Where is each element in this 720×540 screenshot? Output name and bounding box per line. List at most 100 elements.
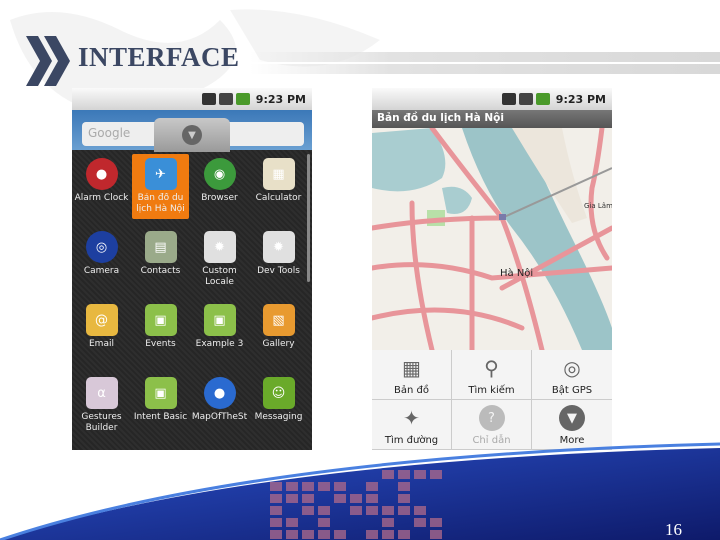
pixel-square xyxy=(398,470,410,479)
pixel-square xyxy=(366,530,378,539)
email-icon: @ xyxy=(86,304,118,336)
gps-icon: ◎ xyxy=(559,355,585,381)
camera-icon: ◎ xyxy=(86,231,118,263)
menu-item-map[interactable]: ▦ Bản đồ xyxy=(372,350,452,400)
pixel-square xyxy=(414,470,426,479)
app-example-3[interactable]: ▣ Example 3 xyxy=(190,300,249,373)
app-browser[interactable]: ◉ Browser xyxy=(190,154,249,227)
pixel-square xyxy=(350,506,362,515)
app-label: Dev Tools xyxy=(249,266,308,277)
app-label: Email xyxy=(72,339,131,350)
pixel-square xyxy=(318,482,330,491)
footer-swoosh xyxy=(0,440,720,540)
battery-icon xyxy=(236,93,250,105)
globe-icon: ◉ xyxy=(204,158,236,190)
signal-icon xyxy=(219,93,233,105)
menu-item-gps[interactable]: ◎ Bật GPS xyxy=(532,350,612,400)
more-icon: ▼ xyxy=(559,405,585,431)
app-messaging[interactable]: ☺ Messaging xyxy=(249,373,308,446)
gallery-icon: ▧ xyxy=(263,304,295,336)
pixel-square xyxy=(270,482,282,491)
pixel-square xyxy=(366,506,378,515)
app-grid: ● Alarm Clock ✈ Bản đồ du lịch Hà Nội ◉ Brows… xyxy=(72,154,308,446)
map-view[interactable]: Hà Nội Gia Lâm xyxy=(372,128,612,350)
status-bar: 9:23 PM xyxy=(372,88,612,110)
pixel-square xyxy=(286,482,298,491)
pixel-square xyxy=(382,470,394,479)
map-label-district: Gia Lâm xyxy=(584,202,612,210)
app-label: Browser xyxy=(190,193,249,204)
pixel-square xyxy=(318,518,330,527)
pixel-square xyxy=(334,530,346,539)
pixel-square xyxy=(270,530,282,539)
pixel-square xyxy=(286,530,298,539)
app-label: Bản đồ du lịch Hà Nội xyxy=(131,193,190,215)
app-mapofthest[interactable]: ● MapOfTheSt xyxy=(190,373,249,446)
gear-icon: ✹ xyxy=(204,231,236,263)
pixel-square xyxy=(430,470,442,479)
app-events[interactable]: ▣ Events xyxy=(131,300,190,373)
pixel-square xyxy=(286,494,298,503)
pixel-square xyxy=(334,494,346,503)
android-icon: ▣ xyxy=(145,304,177,336)
app-contacts[interactable]: ▤ Contacts xyxy=(131,227,190,300)
app-custom[interactable]: ✹ Custom Locale xyxy=(190,227,249,300)
pixel-square xyxy=(334,482,346,491)
pixel-square xyxy=(366,494,378,503)
title-underline xyxy=(250,52,720,74)
app-label: Custom Locale xyxy=(190,266,249,288)
app-label: MapOfTheSt xyxy=(190,412,249,423)
app-label: Messaging xyxy=(249,412,308,423)
app-dev-tools[interactable]: ✹ Dev Tools xyxy=(249,227,308,300)
pixel-square xyxy=(414,518,426,527)
app-title-bar: Bản đồ du lịch Hà Nội xyxy=(372,110,612,128)
app-gallery[interactable]: ▧ Gallery xyxy=(249,300,308,373)
app-gestures[interactable]: α Gestures Builder xyxy=(72,373,131,446)
alarm-clock-icon: ● xyxy=(86,158,118,190)
page-number: 16 xyxy=(665,520,682,540)
app-label: Gestures Builder xyxy=(72,412,131,434)
app-label: Intent Basic xyxy=(131,412,190,423)
contacts-icon: ▤ xyxy=(145,231,177,263)
app-alarm-clock[interactable]: ● Alarm Clock xyxy=(72,154,131,227)
chevron-down-icon: ▼ xyxy=(182,125,202,145)
app-camera[interactable]: ◎ Camera xyxy=(72,227,131,300)
pixel-square xyxy=(302,494,314,503)
battery-icon xyxy=(536,93,550,105)
status-time: 9:23 PM xyxy=(556,93,606,106)
slide-title: INTERFACE xyxy=(78,42,240,73)
status-time: 9:23 PM xyxy=(256,93,306,106)
app-email[interactable]: @ Email xyxy=(72,300,131,373)
globe-small-icon: ● xyxy=(204,377,236,409)
status-bar: 9:23 PM xyxy=(72,88,312,110)
help-icon: ? xyxy=(479,405,505,431)
android-icon: ▣ xyxy=(145,377,177,409)
pixel-square xyxy=(270,518,282,527)
launcher-screenshot: 9:23 PM Google ▼ ● Alarm Clock ✈ Bản đồ du … xyxy=(72,88,312,450)
pixel-square xyxy=(270,494,282,503)
map-app-screenshot: 9:23 PM Bản đồ du lịch Hà Nội Hà Nội Gia… xyxy=(372,88,612,450)
app-label: Example 3 xyxy=(190,339,249,350)
drawer-handle[interactable]: ▼ xyxy=(154,118,230,152)
3g-icon xyxy=(502,93,516,105)
pixel-square xyxy=(398,506,410,515)
options-menu: ▦ Bản đồ ⚲ Tìm kiếm ◎ Bật GPS ✦ Tìm đường? Chỉ d… xyxy=(372,350,612,450)
map-icon: ▦ xyxy=(399,355,425,381)
pixel-square xyxy=(398,530,410,539)
app-calculator[interactable]: ▦ Calculator xyxy=(249,154,308,227)
app-label: Alarm Clock xyxy=(72,193,131,204)
pixel-square xyxy=(414,506,426,515)
calculator-icon: ▦ xyxy=(263,158,295,190)
menu-item-label: Bật GPS xyxy=(552,385,592,396)
menu-item-label: Bản đồ xyxy=(394,385,429,396)
messaging-icon: ☺ xyxy=(263,377,295,409)
signal-icon xyxy=(519,93,533,105)
3g-icon xyxy=(202,93,216,105)
pixel-square xyxy=(302,482,314,491)
menu-item-search[interactable]: ⚲ Tìm kiếm xyxy=(452,350,532,400)
app-intent-basic[interactable]: ▣ Intent Basic xyxy=(131,373,190,446)
pixel-square xyxy=(382,506,394,515)
pixel-square xyxy=(382,530,394,539)
pixel-square xyxy=(302,506,314,515)
app-b-n-du[interactable]: ✈ Bản đồ du lịch Hà Nội xyxy=(132,154,189,219)
